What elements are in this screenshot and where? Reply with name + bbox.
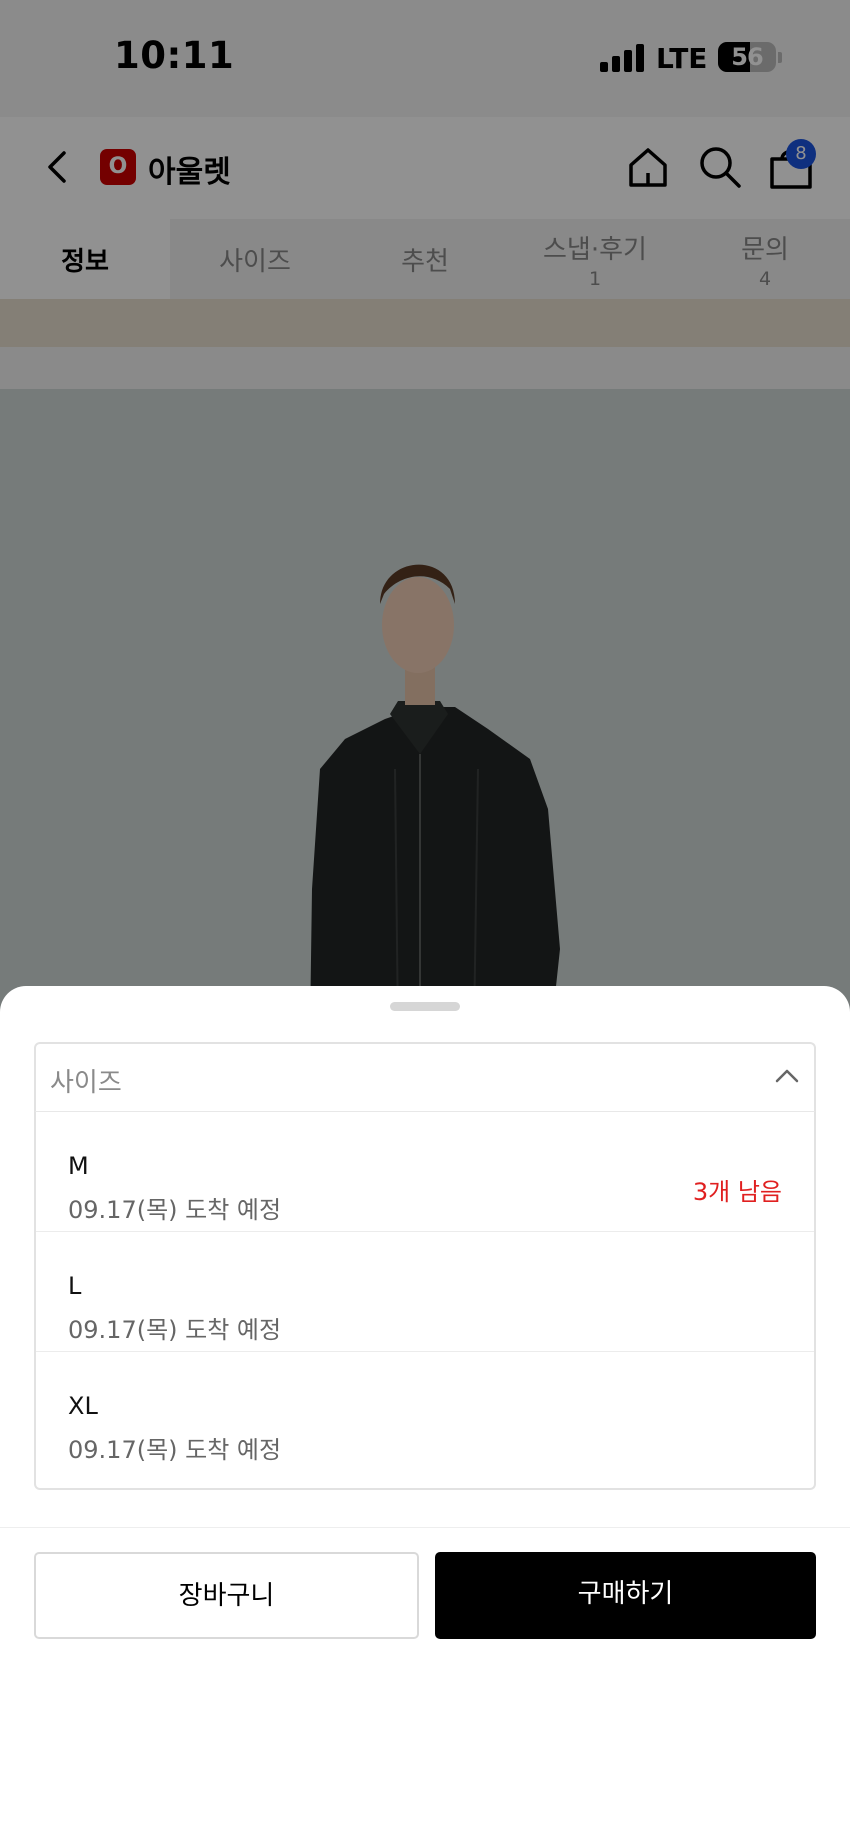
chevron-up-icon [775,1069,799,1083]
tab-snap-review[interactable]: 스냅·후기 1 [510,219,680,299]
sheet-divider [0,1527,850,1528]
option-size: XL [68,1392,98,1420]
tab-label: 스냅·후기 [543,234,647,265]
product-tabs: 정보 사이즈 추천 스냅·후기 1 문의 4 [0,219,850,299]
battery-tip [778,52,782,63]
tab-count: 4 [758,267,772,290]
tab-info[interactable]: 정보 [0,219,170,299]
tab-size[interactable]: 사이즈 [170,219,340,299]
option-bottom-sheet: 사이즈 M 09.17(목) 도착 예정 3개 남음 L 09.17(목) 도착… [0,986,850,1842]
image-divider [0,347,850,389]
option-size: M [68,1152,89,1180]
option-eta: 09.17(목) 도착 예정 [68,1196,282,1224]
add-to-cart-button[interactable]: 장바구니 [34,1552,419,1639]
back-icon[interactable] [40,147,76,187]
outlet-logo: O [100,149,136,185]
cart-count-badge: 8 [786,139,816,169]
buy-now-button[interactable]: 구매하기 [435,1552,816,1639]
drag-handle[interactable] [390,1002,460,1011]
top-header: O 아울렛 8 [0,117,850,219]
size-option-list: M 09.17(목) 도착 예정 3개 남음 L 09.17(목) 도착 예정 … [34,1112,816,1490]
option-stock: 3개 남음 [692,1178,782,1206]
tab-inquiry[interactable]: 문의 4 [680,219,850,299]
tab-count: 1 [588,267,602,290]
search-icon[interactable] [698,145,742,189]
product-image-top [0,299,850,347]
home-icon[interactable] [626,145,670,189]
status-bar: 10:11 LTE 56 [0,0,850,117]
size-option-m[interactable]: M 09.17(목) 도착 예정 3개 남음 [36,1112,814,1232]
signal-icon [600,44,644,72]
option-eta: 09.17(목) 도착 예정 [68,1436,282,1464]
size-dropdown[interactable]: 사이즈 [34,1042,816,1112]
size-dropdown-label: 사이즈 [50,1068,122,1098]
battery-icon: 56 [718,42,776,72]
battery-level: 56 [731,43,763,71]
tab-label: 사이즈 [219,246,291,277]
outlet-title[interactable]: 아울렛 [148,147,231,191]
size-option-l[interactable]: L 09.17(목) 도착 예정 [36,1232,814,1352]
tab-label: 문의 [741,234,789,265]
tab-label: 추천 [401,246,449,277]
option-size: L [68,1272,82,1300]
network-type: LTE [656,42,708,75]
tab-recommend[interactable]: 추천 [340,219,510,299]
tab-label: 정보 [61,246,109,277]
status-time: 10:11 [114,34,235,77]
size-option-xl[interactable]: XL 09.17(목) 도착 예정 [36,1352,814,1488]
option-eta: 09.17(목) 도착 예정 [68,1316,282,1344]
